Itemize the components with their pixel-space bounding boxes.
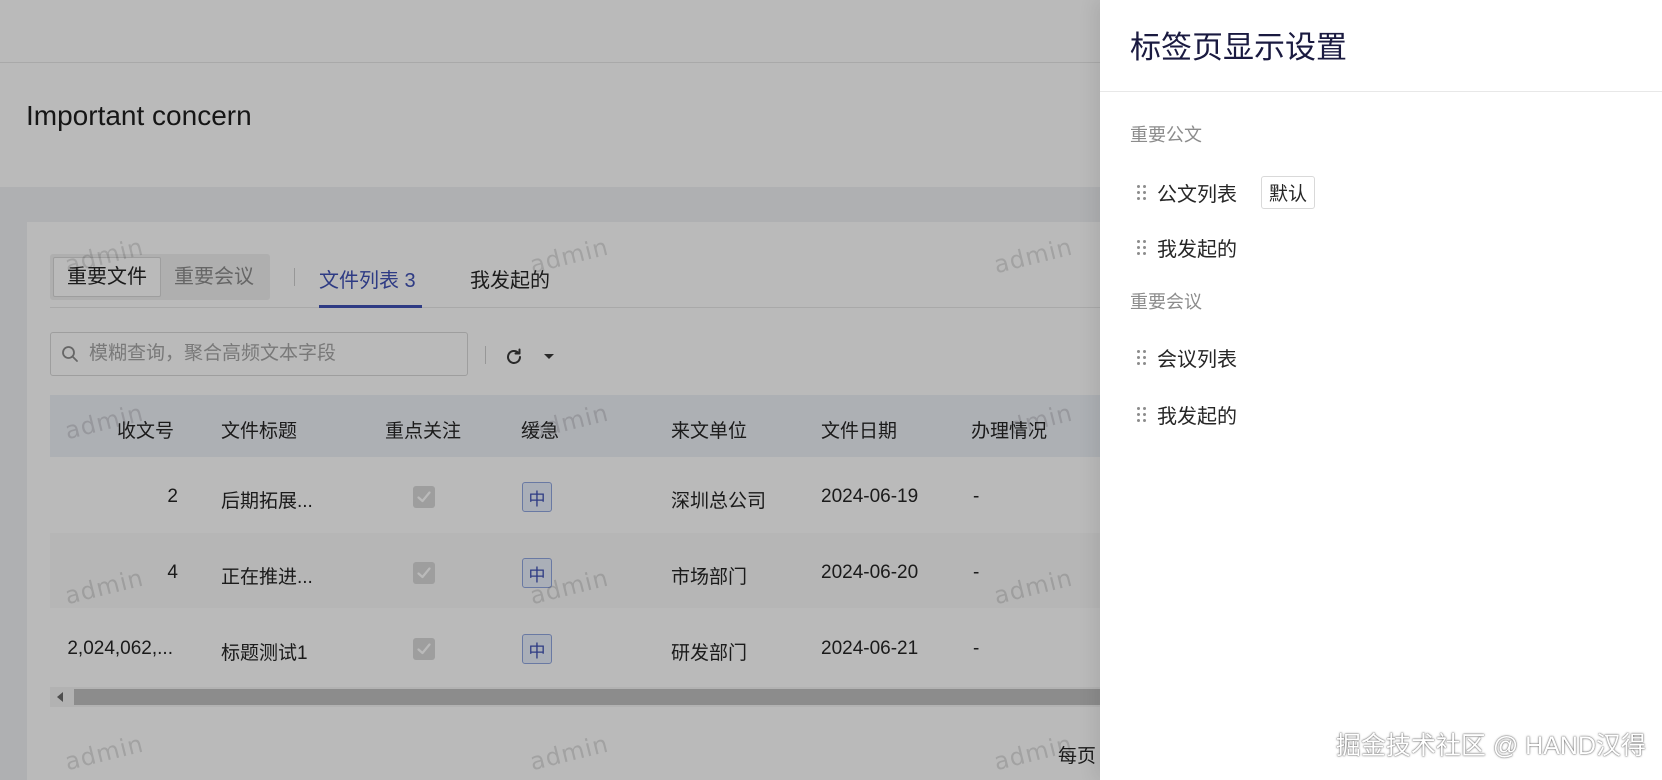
group-title-important-meetings: 重要会议 [1130,292,1202,312]
tab-display-settings-drawer: 标签页显示设置 重要公文 公文列表 默认 我发起的 重要会议 会议列表 我发起的… [1100,0,1662,780]
drawer-mask[interactable] [0,0,1100,780]
drawer-item-label: 公文列表 [1157,184,1237,206]
drag-handle-icon[interactable] [1136,348,1148,368]
drawer-item-label: 我发起的 [1157,239,1237,261]
footer-watermark: 掘金技术社区 @ HAND汉得 [1335,732,1646,760]
drag-handle-icon[interactable] [1136,238,1148,258]
drawer-item-meeting-list[interactable]: 会议列表 [1136,343,1237,372]
drawer-item-doc-list[interactable]: 公文列表 默认 [1136,176,1316,209]
drag-handle-icon[interactable] [1136,183,1148,203]
page: Important concern 重要文件 重要会议 文件列表 3 我发起的 … [0,0,1662,780]
drawer-item-label: 我发起的 [1157,406,1237,428]
drawer-title: 标签页显示设置 [1130,30,1347,65]
drawer-item-initiated-meetings[interactable]: 我发起的 [1136,400,1237,429]
drawer-divider [1100,91,1662,92]
group-title-important-docs: 重要公文 [1130,125,1202,145]
drawer-item-label: 会议列表 [1157,349,1237,371]
drag-handle-icon[interactable] [1136,405,1148,425]
default-badge: 默认 [1261,176,1316,209]
drawer-item-initiated-docs[interactable]: 我发起的 [1136,233,1237,262]
